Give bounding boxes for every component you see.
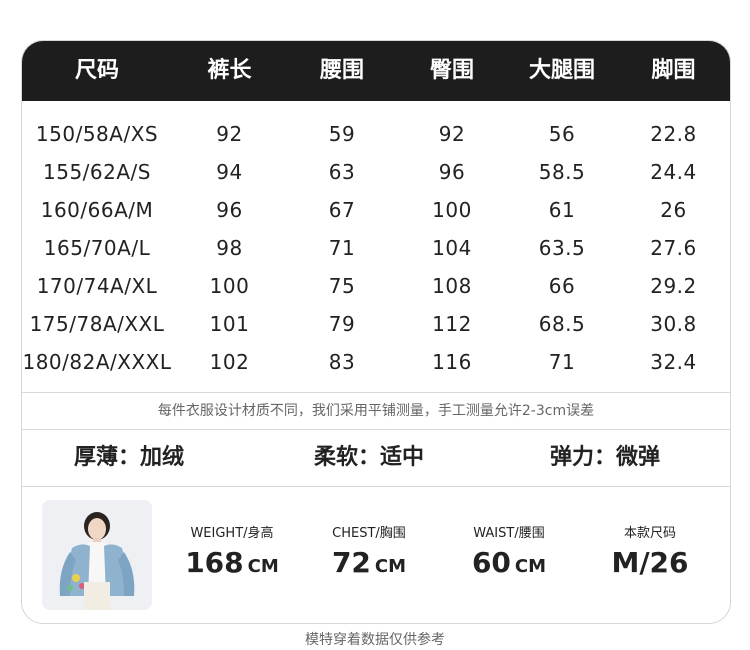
cell-waist: 59	[328, 122, 356, 146]
cell-waist: 71	[328, 236, 356, 260]
cell-thigh: 58.5	[538, 160, 586, 184]
cell-leg-opening: 22.8	[650, 122, 697, 146]
cell-hip: 92	[438, 122, 466, 146]
cell-size: 165/70A/L	[43, 236, 151, 260]
chest-value: 72	[331, 546, 371, 579]
chest-label: CHEST/胸围	[332, 526, 406, 541]
footer-note: 模特穿着数据仅供参考	[305, 632, 445, 648]
waist-value-wrap: 60 CM	[449, 547, 569, 583]
cell-size: 160/66A/M	[40, 198, 154, 222]
cell-hip: 112	[432, 312, 472, 336]
cell-size: 150/58A/XS	[35, 122, 159, 146]
header-pant-length: 裤长	[207, 58, 252, 83]
softness-attribute: 柔软：适中	[314, 445, 425, 470]
header-thigh: 大腿围	[528, 58, 595, 83]
cell-leg-opening: 26	[660, 198, 687, 222]
cell-waist: 83	[328, 350, 356, 374]
height-value-wrap: 168 CM	[172, 547, 292, 583]
waist-value: 60	[471, 546, 511, 579]
header-waist: 腰围	[319, 58, 364, 83]
measurement-note: 每件衣服设计材质不同，我们采用平铺测量，手工测量允许2-3cm误差	[157, 403, 595, 419]
height-label: WEIGHT/身高	[190, 526, 274, 541]
cell-hip: 100	[432, 198, 472, 222]
table-header: 尺码 裤长 腰围 臀围 大腿围 脚围	[22, 41, 730, 101]
cell-size: 180/82A/XXXL	[22, 350, 172, 374]
height-value: 168	[185, 546, 244, 579]
chest-unit: CM	[374, 556, 407, 577]
cell-pant-length: 94	[216, 160, 243, 184]
table-row: 175/78A/XXL 101 79 112 68.5 30.8	[22, 305, 730, 343]
model-photo-illustration	[42, 500, 152, 610]
cell-leg-opening: 24.4	[650, 160, 697, 184]
cell-pant-length: 92	[216, 122, 243, 146]
height-unit: CM	[247, 556, 279, 577]
cell-leg-opening: 30.8	[650, 312, 697, 336]
table-row: 150/58A/XS 92 59 92 56 22.8	[22, 115, 730, 153]
cell-leg-opening: 32.4	[650, 350, 697, 374]
model-chest-stat: CHEST/胸围 72 CM	[309, 525, 429, 583]
cell-size: 155/62A/S	[43, 160, 151, 184]
cell-pant-length: 101	[209, 312, 250, 336]
cell-hip: 108	[432, 274, 472, 298]
waist-unit: CM	[514, 556, 547, 577]
model-info: WEIGHT/身高 168 CM CHEST/胸围 72 CM WAIST/腰围 6…	[22, 487, 730, 623]
table-row: 155/62A/S 94 63 96 58.5 24.4	[22, 153, 730, 191]
table-row: 170/74A/XL 100 75 108 66 29.2	[22, 267, 730, 305]
elasticity-attribute: 弹力：微弹	[550, 445, 661, 470]
header-size: 尺码	[74, 58, 119, 83]
model-size-stat: 本款尺码 M/26	[590, 525, 710, 579]
cell-waist: 75	[328, 274, 356, 298]
header-hip: 臀围	[429, 58, 474, 83]
size-value: M/26	[611, 546, 689, 579]
cell-size: 170/74A/XL	[36, 274, 158, 298]
cell-leg-opening: 29.2	[650, 274, 697, 298]
cell-thigh: 63.5	[538, 236, 586, 260]
cell-waist: 63	[328, 160, 356, 184]
model-height-stat: WEIGHT/身高 168 CM	[172, 525, 292, 583]
cell-pant-length: 100	[209, 274, 250, 298]
cell-pant-length: 102	[209, 350, 250, 374]
cell-size: 175/78A/XXL	[29, 312, 165, 336]
cell-pant-length: 98	[216, 236, 243, 260]
header-leg-opening: 脚围	[651, 58, 696, 83]
model-waist-stat: WAIST/腰围 60 CM	[449, 525, 569, 583]
table-row: 165/70A/L 98 71 104 63.5 27.6	[22, 229, 730, 267]
cell-thigh: 66	[548, 274, 576, 298]
cell-thigh: 68.5	[538, 312, 586, 336]
cell-hip: 104	[432, 236, 472, 260]
thickness-attribute: 厚薄：加绒	[74, 445, 185, 470]
cell-hip: 96	[438, 160, 466, 184]
cell-thigh: 56	[548, 122, 576, 146]
cell-hip: 116	[432, 350, 472, 374]
cell-waist: 79	[328, 312, 356, 336]
waist-label: WAIST/腰围	[473, 526, 545, 541]
size-label: 本款尺码	[623, 526, 676, 541]
table-row: 160/66A/M 96 67 100 61 26	[22, 191, 730, 229]
size-chart-card: 尺码 裤长 腰围 臀围 大腿围 脚围 150/58A/XS 92 59 92 5…	[21, 40, 731, 624]
model-photo	[42, 500, 152, 610]
cell-thigh: 61	[548, 198, 576, 222]
cell-waist: 67	[328, 198, 356, 222]
cell-thigh: 71	[548, 350, 576, 374]
cell-pant-length: 96	[216, 198, 243, 222]
cell-leg-opening: 27.6	[650, 236, 697, 260]
chest-value-wrap: 72 CM	[309, 547, 429, 583]
table-row: 180/82A/XXXL 102 83 116 71 32.4	[22, 343, 730, 381]
